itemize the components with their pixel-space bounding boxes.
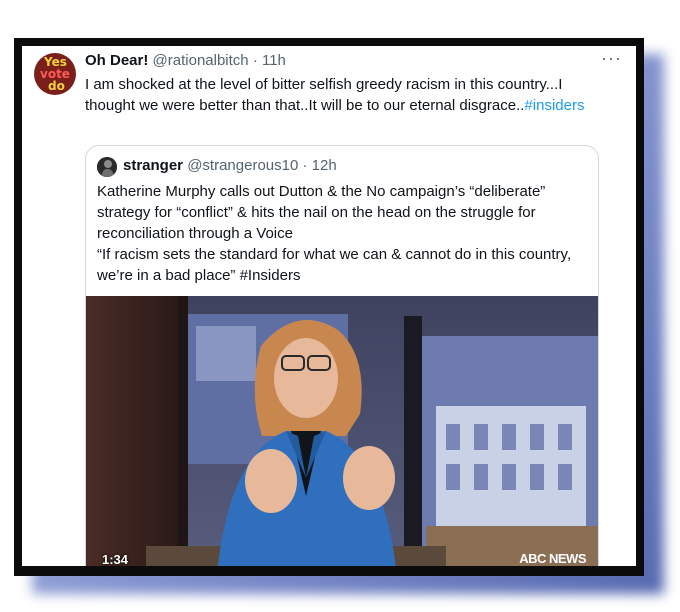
user-handle[interactable]: @rationalbitch: [153, 52, 249, 69]
video-duration: 1:34: [102, 552, 129, 566]
quoted-text: Katherine Murphy calls out Dutton & the …: [97, 181, 592, 286]
avatar-word-3: do: [48, 79, 65, 93]
avatar[interactable]: Yes vote do: [34, 53, 76, 95]
network-logo: ABC NEWS: [519, 551, 586, 566]
tweet-card[interactable]: Yes vote do Oh Dear! @rationalbitch · 11…: [22, 46, 636, 566]
quoted-paragraph-2: “If racism sets the standard for what we…: [97, 246, 572, 284]
quoted-tweet[interactable]: stranger @strangerous10 · 12h Katherine …: [85, 145, 599, 566]
display-name[interactable]: Oh Dear!: [85, 52, 148, 69]
tweet-header: Oh Dear! @rationalbitch · 11h: [85, 52, 286, 69]
quoted-paragraph-1: Katherine Murphy calls out Dutton & the …: [97, 183, 546, 242]
video-player[interactable]: 1:34 ABC NEWS: [86, 296, 598, 566]
tweet-text: I am shocked at the level of bitter self…: [85, 74, 615, 116]
quoted-header: stranger @strangerous10 · 12h: [123, 157, 337, 174]
more-options-icon[interactable]: ···: [601, 48, 622, 69]
tweet-body: I am shocked at the level of bitter self…: [85, 76, 563, 114]
quoted-user-handle[interactable]: @strangerous10: [187, 157, 298, 174]
timestamp[interactable]: 11h: [262, 52, 286, 69]
video-frame: [86, 296, 598, 566]
quoted-timestamp[interactable]: 12h: [312, 157, 337, 174]
silhouette-icon: [97, 157, 117, 177]
separator-dot: ·: [252, 52, 258, 69]
hashtag-link[interactable]: #insiders: [524, 97, 584, 114]
quoted-display-name[interactable]: stranger: [123, 157, 183, 174]
quoted-avatar[interactable]: [97, 157, 117, 177]
quoted-separator-dot: ·: [302, 157, 308, 174]
